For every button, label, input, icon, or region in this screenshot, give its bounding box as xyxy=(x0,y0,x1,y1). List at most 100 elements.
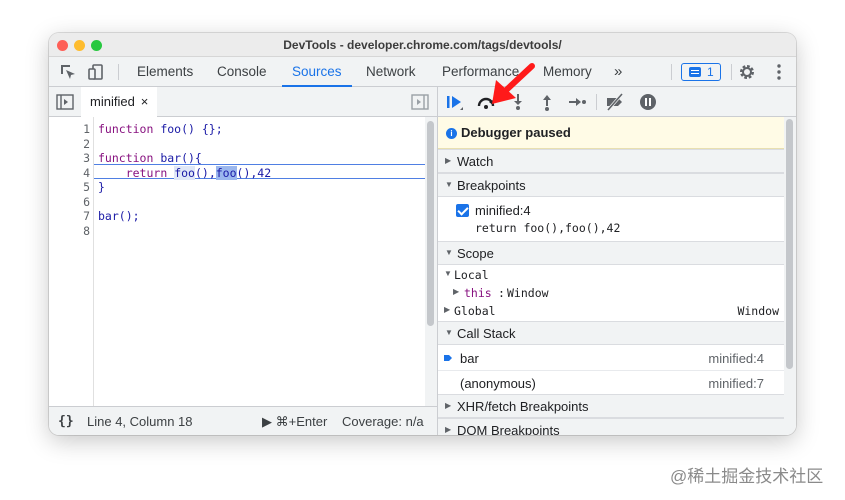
section-xhr-breakpoints[interactable]: ▶ XHR/fetch Breakpoints xyxy=(438,394,784,418)
line-number[interactable]: 4 xyxy=(49,166,90,180)
section-label: Call Stack xyxy=(457,326,516,341)
debugger-sidebar: i Debugger paused ▶ Watch ▼ Breakpoints … xyxy=(438,87,796,435)
collapse-arrow-icon: ▼ xyxy=(445,248,453,257)
section-label: DOM Breakpoints xyxy=(457,423,560,435)
code-line: } xyxy=(98,180,105,194)
tab-memory[interactable]: Memory xyxy=(543,57,592,87)
section-label: Breakpoints xyxy=(457,178,526,193)
toolbar-divider xyxy=(731,64,732,80)
pretty-print-button[interactable]: {} xyxy=(58,414,74,429)
tab-network[interactable]: Network xyxy=(366,57,416,87)
deactivate-breakpoints-icon[interactable] xyxy=(604,91,626,113)
step-out-icon[interactable] xyxy=(536,91,558,113)
collapse-arrow-icon: ▼ xyxy=(445,328,453,337)
line-number[interactable]: 6 xyxy=(49,195,90,209)
debugger-paused-banner: i Debugger paused xyxy=(438,117,784,149)
issues-badge[interactable]: 1 xyxy=(681,63,721,81)
call-frame-location: minified:7 xyxy=(708,376,764,391)
sources-editor-pane: minified × 1 2 3 4 5 6 7 8 function foo()… xyxy=(49,87,437,435)
tab-elements[interactable]: Elements xyxy=(137,57,193,87)
line-number[interactable]: 2 xyxy=(49,137,90,151)
line-number[interactable]: 7 xyxy=(49,209,90,223)
editor-scrollbar[interactable] xyxy=(425,117,437,406)
tab-sources[interactable]: Sources xyxy=(282,57,351,87)
scope-this-value: Window xyxy=(507,286,549,300)
current-frame-arrow-icon xyxy=(444,355,452,361)
step-icon[interactable] xyxy=(566,91,588,113)
section-label: Scope xyxy=(457,246,494,261)
devtools-window: DevTools - developer.chrome.com/tags/dev… xyxy=(49,33,796,435)
toggle-debugger-icon[interactable] xyxy=(411,94,429,110)
code-line: function bar(){ xyxy=(98,151,202,165)
section-call-stack[interactable]: ▼ Call Stack xyxy=(438,321,784,345)
call-frame-name: (anonymous) xyxy=(460,376,536,391)
file-tab-label: minified xyxy=(90,94,135,109)
coverage-status: Coverage: n/a xyxy=(342,414,424,429)
scope-this-key: this xyxy=(464,286,492,300)
scrollbar-thumb[interactable] xyxy=(427,121,434,326)
section-breakpoints[interactable]: ▼ Breakpoints xyxy=(438,173,784,197)
code-line-paused: return foo(),foo(),42 xyxy=(125,165,272,180)
expand-arrow-icon: ▶ xyxy=(445,156,452,165)
call-frame-current[interactable]: bar minified:4 xyxy=(438,346,784,370)
window-title: DevTools - developer.chrome.com/tags/dev… xyxy=(283,38,562,52)
title-bar: DevTools - developer.chrome.com/tags/dev… xyxy=(49,33,796,57)
panel-tab-bar: Elements Console Sources Network Perform… xyxy=(49,57,796,87)
breakpoint-location: minified:4 xyxy=(475,203,531,218)
scope-colon: : xyxy=(498,286,505,300)
section-scope[interactable]: ▼ Scope xyxy=(438,241,784,265)
breakpoint-item[interactable]: minified:4 return foo(),foo(),42 xyxy=(438,198,784,238)
line-number[interactable]: 8 xyxy=(49,224,90,238)
code-line: function foo() {}; xyxy=(98,122,223,136)
resume-icon[interactable] xyxy=(443,91,465,113)
tab-console[interactable]: Console xyxy=(217,57,267,87)
more-options-icon[interactable] xyxy=(769,62,789,82)
sidebar-scrollbar[interactable] xyxy=(784,117,796,435)
scope-global[interactable]: ▶ Global Window xyxy=(438,302,784,320)
call-frame-location: minified:4 xyxy=(708,351,764,366)
device-toolbar-icon[interactable] xyxy=(86,62,106,82)
editor-status-bar: {} Line 4, Column 18 ▶ ⌘+Enter Coverage:… xyxy=(49,406,437,435)
scope-global-label: Global xyxy=(454,304,496,318)
scope-local[interactable]: ▼ Local xyxy=(438,266,784,284)
more-tabs-button[interactable]: » xyxy=(614,57,622,87)
close-icon[interactable]: × xyxy=(141,94,149,109)
editor-toolbar: minified × xyxy=(49,87,437,117)
expand-arrow-icon: ▶ xyxy=(444,305,451,314)
file-tab-minified[interactable]: minified × xyxy=(81,87,158,117)
section-label: XHR/fetch Breakpoints xyxy=(457,399,589,414)
run-snippet-button[interactable]: ▶ ⌘+Enter xyxy=(262,414,327,430)
breakpoint-checkbox[interactable] xyxy=(456,204,469,217)
inspect-element-icon[interactable] xyxy=(58,62,78,82)
code-line: bar(); xyxy=(98,209,140,223)
toggle-navigator-icon[interactable] xyxy=(56,94,74,110)
line-number[interactable]: 1 xyxy=(49,122,90,136)
scrollbar-thumb[interactable] xyxy=(786,119,793,369)
scope-global-value: Window xyxy=(737,304,779,318)
scope-this-row[interactable]: ▶ this : Window xyxy=(438,284,784,302)
toolbar-divider xyxy=(596,94,597,110)
section-dom-breakpoints[interactable]: ▶ DOM Breakpoints xyxy=(438,418,784,435)
gear-icon[interactable] xyxy=(737,62,757,82)
breakpoint-code: return foo(),foo(),42 xyxy=(475,221,621,235)
pause-on-exceptions-icon[interactable] xyxy=(637,91,659,113)
section-label: Watch xyxy=(457,154,494,169)
expand-arrow-icon: ▶ xyxy=(445,401,452,410)
watermark: @稀土掘金技术社区 xyxy=(670,467,824,486)
message-icon xyxy=(689,67,701,77)
call-frame[interactable]: (anonymous) minified:7 xyxy=(438,370,784,394)
issues-count: 1 xyxy=(707,65,714,79)
section-watch[interactable]: ▶ Watch xyxy=(438,149,784,173)
code-editor[interactable]: 1 2 3 4 5 6 7 8 function foo() {}; funct… xyxy=(49,117,437,406)
paused-message: Debugger paused xyxy=(461,125,571,140)
cursor-position: Line 4, Column 18 xyxy=(87,414,193,429)
line-number[interactable]: 3 xyxy=(49,151,90,165)
scope-local-label: Local xyxy=(454,268,489,282)
collapse-arrow-icon: ▼ xyxy=(444,269,452,278)
expand-arrow-icon: ▶ xyxy=(445,425,452,434)
annotation-arrow-icon xyxy=(492,63,535,104)
expand-arrow-icon: ▶ xyxy=(453,287,460,296)
toolbar-divider xyxy=(118,64,119,80)
line-number[interactable]: 5 xyxy=(49,180,90,194)
toolbar-divider xyxy=(671,64,672,80)
